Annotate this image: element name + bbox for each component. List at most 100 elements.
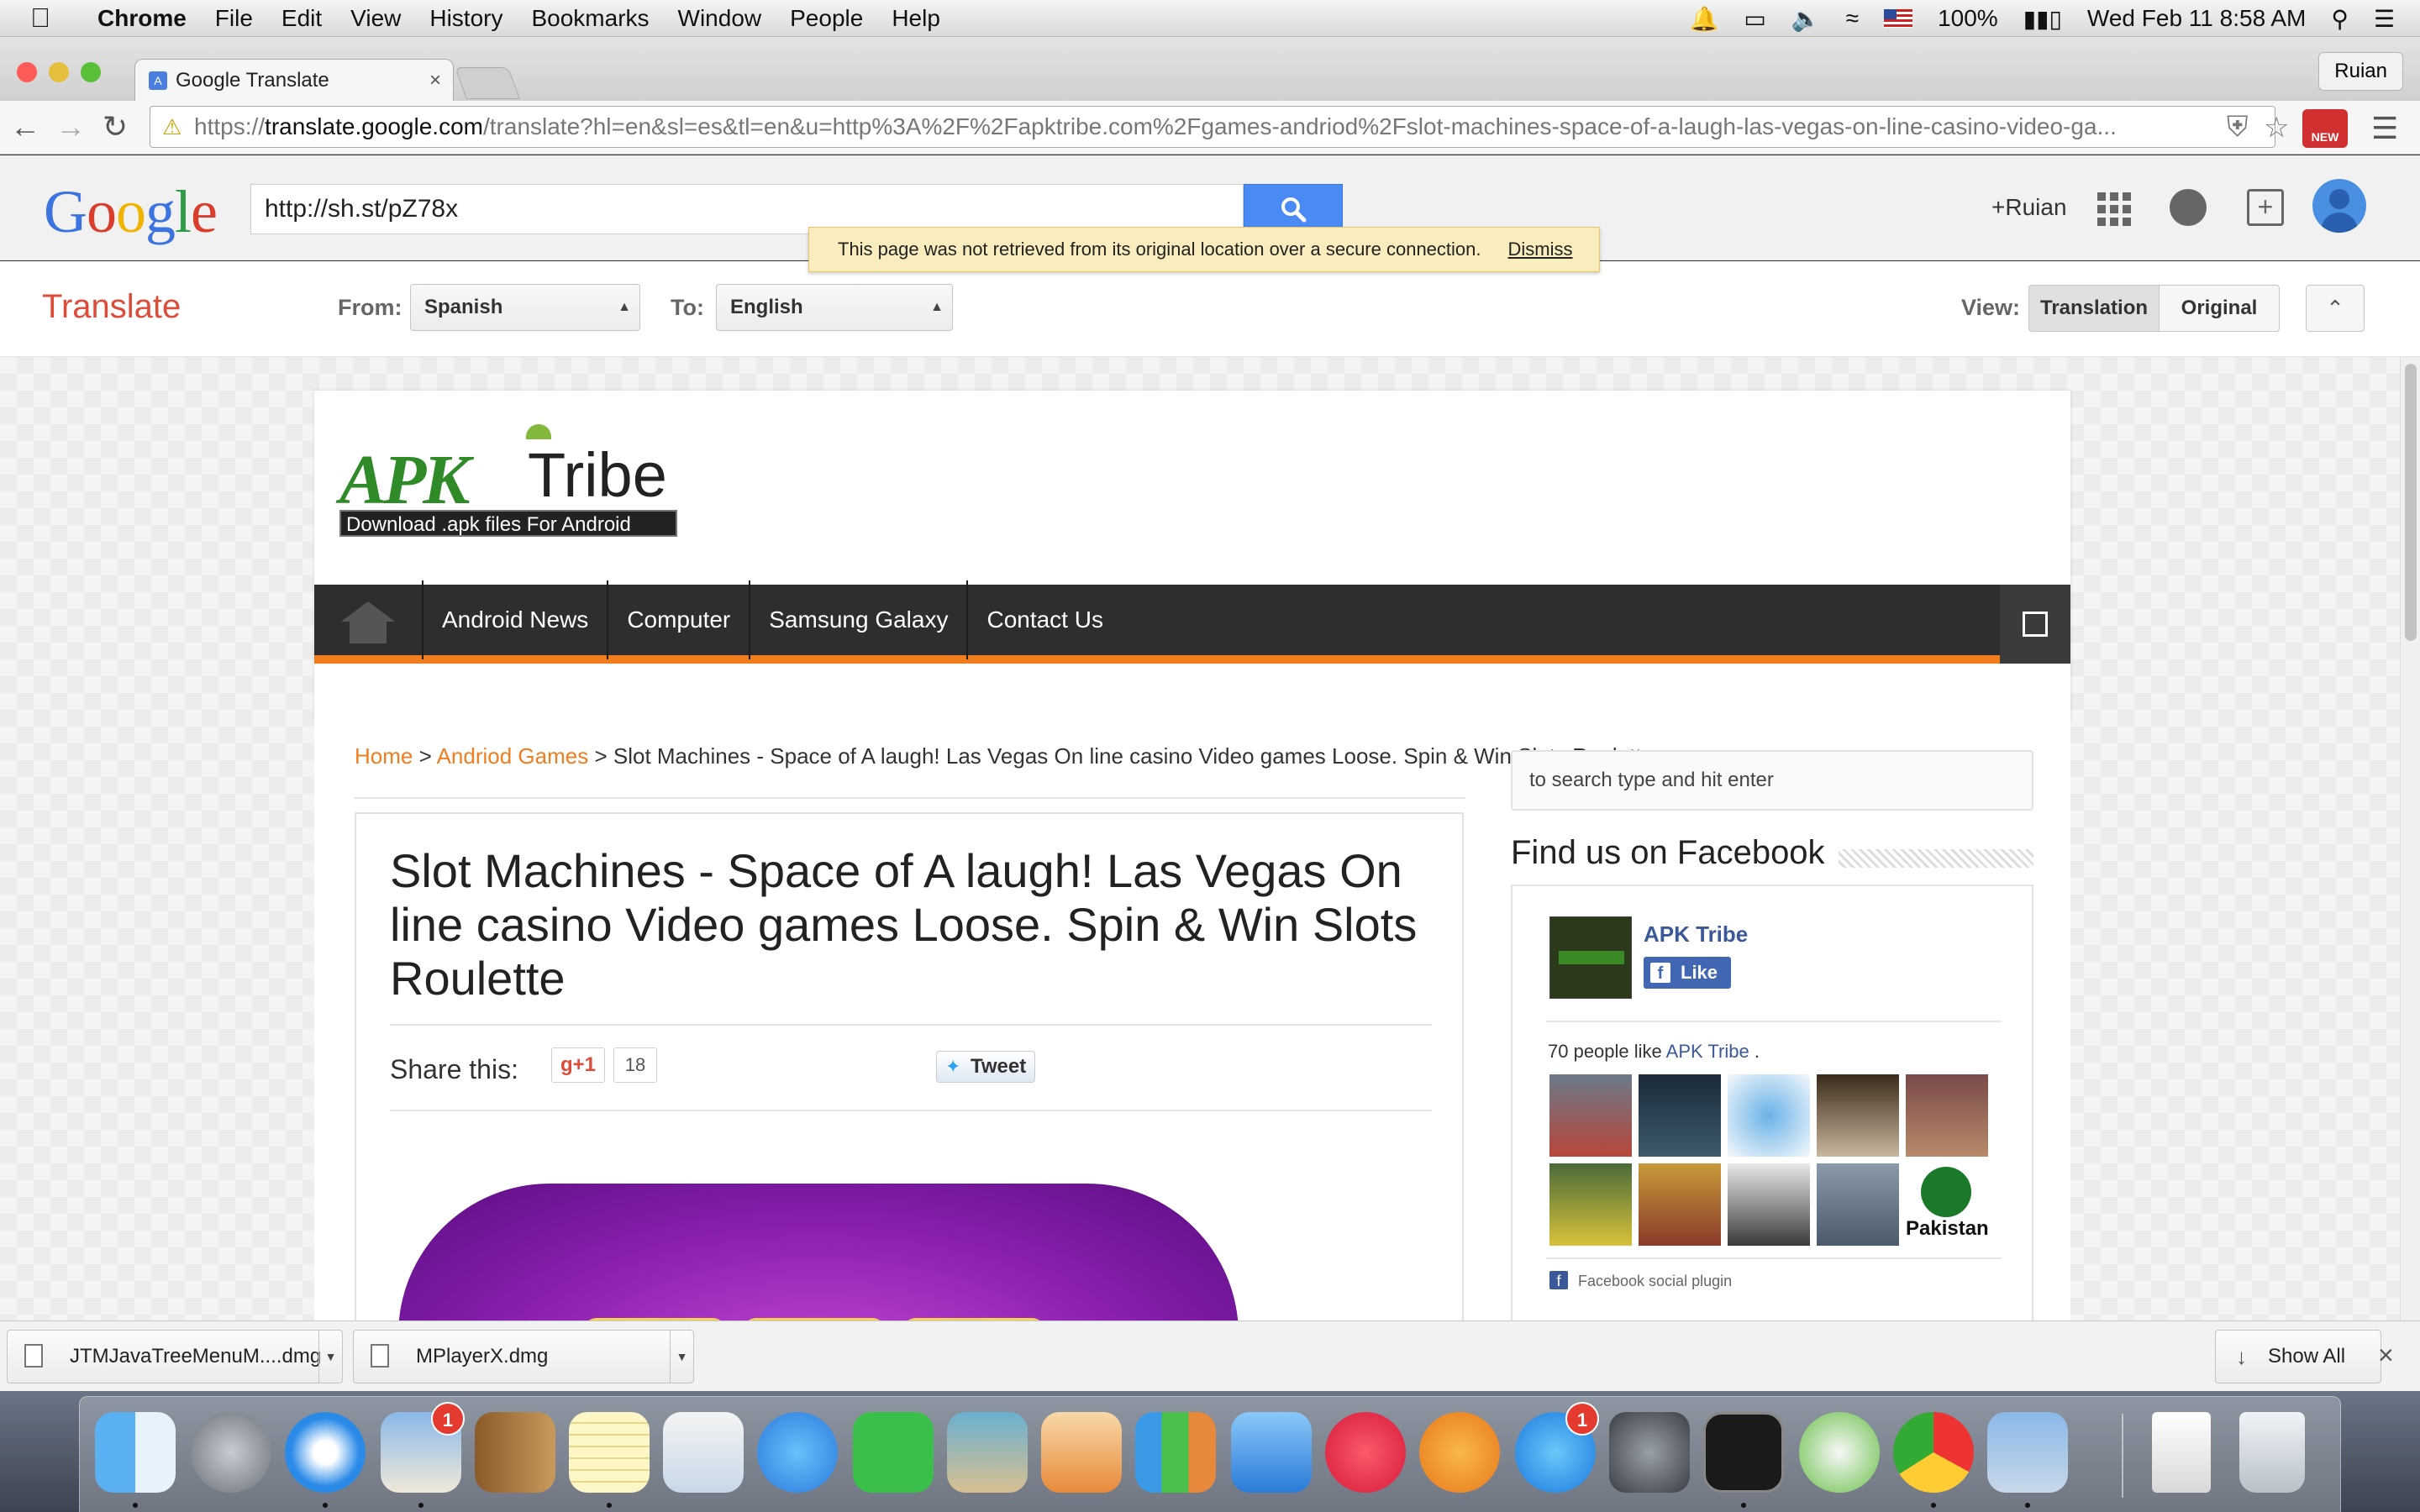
notes-icon[interactable]: [569, 1412, 650, 1493]
show-all-downloads-button[interactable]: ↓ Show All: [2215, 1330, 2381, 1383]
menu-view[interactable]: View: [350, 5, 401, 32]
battery-percent[interactable]: 100%: [1938, 5, 1998, 32]
iphoto-icon[interactable]: [947, 1412, 1028, 1493]
fan-avatar[interactable]: [1906, 1074, 1988, 1157]
page-scrollbar[interactable]: [2400, 357, 2420, 1320]
menu-people[interactable]: People: [790, 5, 863, 32]
reload-icon[interactable]: ↻: [103, 109, 128, 144]
input-source-flag-icon[interactable]: [1884, 9, 1913, 28]
bookmark-star-icon[interactable]: ☆: [2264, 111, 2289, 144]
nav-samsung-galaxy[interactable]: Samsung Galaxy: [750, 580, 969, 659]
download-menu-caret-icon[interactable]: ▼: [670, 1331, 693, 1383]
spotlight-search-icon[interactable]: ⚲: [2331, 5, 2349, 33]
breadcrumb-home-link[interactable]: Home: [355, 743, 413, 769]
keynote-icon[interactable]: [1231, 1412, 1312, 1493]
menu-help[interactable]: Help: [892, 5, 940, 32]
tab-google-translate[interactable]: A Google Translate ×: [134, 59, 454, 101]
documents-stack-icon[interactable]: [2152, 1412, 2211, 1493]
image-capture-icon[interactable]: [1987, 1412, 2068, 1493]
fan-avatar[interactable]: [1639, 1074, 1721, 1157]
ibooks-icon[interactable]: [1419, 1412, 1500, 1493]
like-count-page-link[interactable]: APK Tribe: [1666, 1041, 1749, 1062]
window-minimize-button[interactable]: [49, 62, 69, 82]
chrome-icon[interactable]: [1893, 1412, 1974, 1493]
account-avatar[interactable]: [2312, 179, 2366, 233]
messages-bubble-icon[interactable]: [757, 1412, 838, 1493]
apk-tribe-logo[interactable]: APK Tribe Download .apk files For Androi…: [339, 424, 684, 537]
shield-icon[interactable]: ⛨: [2227, 111, 2249, 144]
fan-avatar[interactable]: [1639, 1163, 1721, 1246]
window-close-button[interactable]: [17, 62, 37, 82]
apple-menu-icon[interactable]: : [30, 3, 67, 34]
facebook-page-name[interactable]: APK Tribe: [1644, 921, 1748, 948]
fan-avatar[interactable]: [1817, 1074, 1899, 1157]
facetime-camera-icon[interactable]: [853, 1412, 934, 1493]
wifi-icon[interactable]: ≈: [1846, 5, 1859, 32]
target-language-select[interactable]: English ▲: [716, 284, 953, 331]
airplay-icon[interactable]: ▭: [1744, 5, 1765, 33]
notifications-icon[interactable]: [2170, 189, 2207, 226]
numbers-chart-icon[interactable]: [1135, 1412, 1216, 1493]
finder-icon[interactable]: [95, 1412, 176, 1493]
trash-icon[interactable]: [2239, 1412, 2305, 1493]
tab-close-icon[interactable]: ×: [429, 69, 441, 92]
menu-file[interactable]: File: [215, 5, 253, 32]
download-item[interactable]: JTMJavaTreeMenuM....dmg ▼: [7, 1330, 343, 1383]
pages-icon[interactable]: [1041, 1412, 1122, 1493]
menu-window[interactable]: Window: [678, 5, 762, 32]
contacts-book-icon[interactable]: [475, 1412, 555, 1493]
collapse-chevron-icon[interactable]: ⌃: [2306, 285, 2365, 332]
view-translation-button[interactable]: Translation: [2028, 285, 2160, 332]
fan-avatar[interactable]: [1549, 1163, 1632, 1246]
nav-android-news[interactable]: Android News: [424, 580, 609, 659]
forward-arrow-icon[interactable]: →: [55, 109, 86, 144]
address-bar[interactable]: ⚠ https://translate.google.com/translate…: [150, 106, 2275, 148]
translate-title[interactable]: Translate: [42, 288, 181, 326]
launchpad-rocket-icon[interactable]: [191, 1412, 271, 1493]
view-original-button[interactable]: Original: [2159, 285, 2280, 332]
scrollbar-thumb[interactable]: [2405, 364, 2417, 641]
facebook-page-thumbnail[interactable]: [1549, 916, 1632, 999]
mixed-content-lock-icon[interactable]: ⚠: [162, 107, 182, 147]
apps-grid-icon[interactable]: [2094, 189, 2131, 226]
fan-avatar[interactable]: [1728, 1163, 1810, 1246]
menu-history[interactable]: History: [429, 5, 502, 32]
battery-icon[interactable]: ▮▮▯: [2023, 5, 2062, 33]
facebook-like-button[interactable]: f Like: [1644, 957, 1731, 989]
menu-clock[interactable]: Wed Feb 11 8:58 AM: [2087, 5, 2306, 32]
source-language-select[interactable]: Spanish ▲: [410, 284, 640, 331]
preview-icon[interactable]: [663, 1412, 744, 1493]
download-item[interactable]: MPlayerX.dmg ▼: [353, 1330, 694, 1383]
fan-avatar[interactable]: [1728, 1074, 1810, 1157]
fan-avatar[interactable]: [1549, 1074, 1632, 1157]
fan-avatar[interactable]: [1817, 1163, 1899, 1246]
extension-new-badge-icon[interactable]: NEW: [2302, 109, 2348, 148]
google-plus-user-link[interactable]: +Ruian: [1991, 194, 2067, 221]
penguin-app-icon[interactable]: [1799, 1412, 1880, 1493]
notification-center-icon[interactable]: ☰: [2374, 5, 2395, 33]
fan-avatar-pakistan[interactable]: Pakistan: [1906, 1163, 1989, 1246]
facebook-social-plugin-link[interactable]: f Facebook social plugin: [1549, 1271, 1732, 1290]
back-arrow-icon[interactable]: ←: [10, 109, 40, 144]
profile-button[interactable]: Ruian: [2318, 52, 2403, 91]
safari-compass-icon[interactable]: [285, 1412, 366, 1493]
terminal-icon[interactable]: [1703, 1412, 1784, 1493]
menu-edit[interactable]: Edit: [281, 5, 322, 32]
volume-icon[interactable]: 🔈: [1791, 5, 1821, 33]
itunes-note-icon[interactable]: [1325, 1412, 1406, 1493]
nav-contact-us[interactable]: Contact Us: [968, 580, 1122, 659]
share-plus-icon[interactable]: +: [2247, 189, 2284, 226]
menu-app-chrome[interactable]: Chrome: [97, 5, 187, 32]
download-menu-caret-icon[interactable]: ▼: [318, 1331, 342, 1383]
notification-bell-icon[interactable]: 🔔: [1689, 5, 1718, 33]
new-tab-button[interactable]: [455, 67, 520, 99]
downloads-close-icon[interactable]: ×: [2378, 1340, 2394, 1371]
menu-bookmarks[interactable]: Bookmarks: [531, 5, 649, 32]
google-logo[interactable]: Google: [44, 177, 218, 247]
chrome-menu-icon[interactable]: ☰: [2371, 111, 2398, 146]
dismiss-link[interactable]: Dismiss: [1508, 239, 1573, 260]
window-zoom-button[interactable]: [81, 62, 101, 82]
google-plus-one-button[interactable]: g+1: [551, 1047, 605, 1083]
system-preferences-gear-icon[interactable]: [1609, 1412, 1690, 1493]
breadcrumb-category-link[interactable]: Andriod Games: [437, 743, 589, 769]
